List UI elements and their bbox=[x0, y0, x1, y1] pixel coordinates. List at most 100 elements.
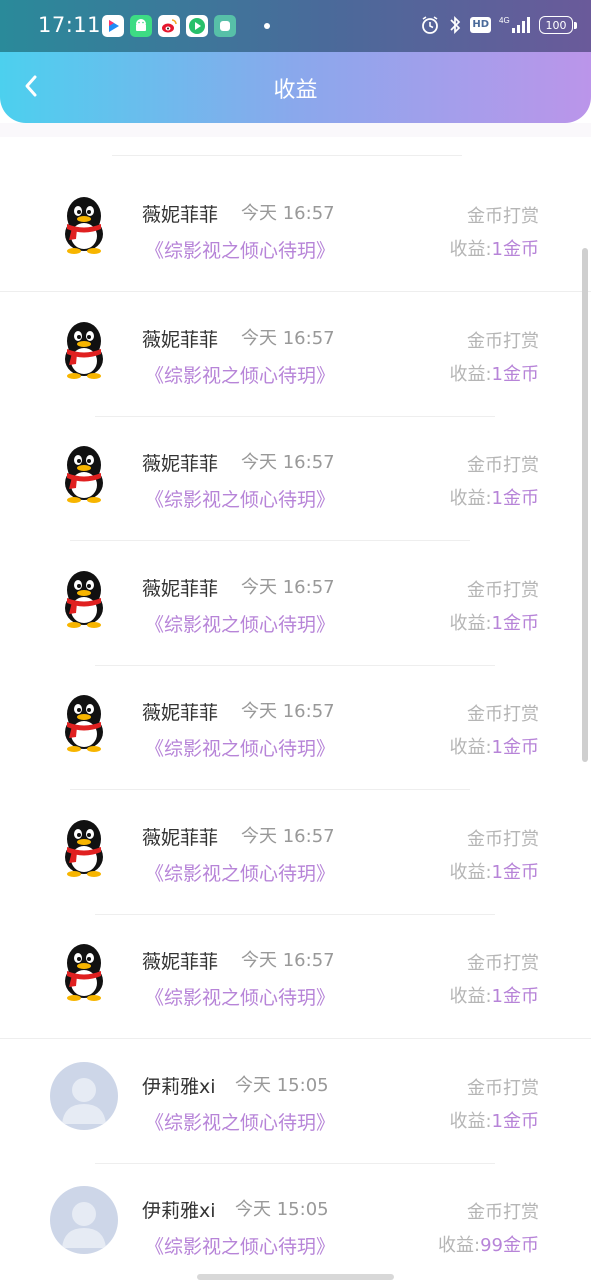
item-time: 今天 15:05 bbox=[235, 1199, 329, 1220]
reward-type: 金币打赏 bbox=[467, 1078, 539, 1099]
income-amount: 1金币 bbox=[491, 1111, 539, 1132]
youku-icon bbox=[102, 15, 124, 37]
user-name: 薇妮菲菲 bbox=[142, 204, 219, 226]
list-item[interactable]: 薇妮菲菲 今天 16:57 《综影视之倾心待玥》 金币打赏收益:1金币 bbox=[0, 542, 591, 666]
income-label: 收益: bbox=[449, 239, 492, 260]
user-name: 伊莉雅xi bbox=[142, 1076, 216, 1098]
income-label: 收益: bbox=[449, 737, 492, 758]
income-label: 收益: bbox=[449, 488, 492, 509]
list-item[interactable]: 薇妮菲菲 今天 16:57 《综影视之倾心待玥》 金币打赏收益:1金币 bbox=[0, 417, 591, 541]
user-name: 薇妮菲菲 bbox=[142, 578, 219, 600]
income-label: 收益: bbox=[449, 613, 492, 634]
status-time: 17:11 bbox=[38, 13, 102, 37]
income-line: 收益:1金币 bbox=[449, 733, 539, 759]
nav-bar: 收益 bbox=[0, 52, 591, 123]
reward-type: 金币打赏 bbox=[467, 206, 539, 227]
item-time: 今天 16:57 bbox=[241, 203, 335, 224]
income-amount: 1金币 bbox=[491, 488, 539, 509]
book-title-link[interactable]: 《综影视之倾心待玥》 bbox=[145, 361, 335, 388]
income-line: 收益:1金币 bbox=[449, 609, 539, 635]
svg-text:4G: 4G bbox=[499, 16, 510, 25]
income-line: 收益:1金币 bbox=[449, 235, 539, 261]
list-item[interactable]: 伊莉雅xi 今天 15:05 《综影视之倾心待玥》 金币打赏 收益:99金币 bbox=[0, 1164, 591, 1280]
income-label: 收益: bbox=[438, 1235, 481, 1256]
income-amount: 1金币 bbox=[491, 613, 539, 634]
reward-type: 金币打赏 bbox=[467, 455, 539, 476]
book-title-link[interactable]: 《综影视之倾心待玥》 bbox=[145, 236, 335, 263]
home-indicator[interactable] bbox=[197, 1274, 394, 1280]
user-name: 薇妮菲菲 bbox=[142, 827, 219, 849]
list-item[interactable]: 伊莉雅xi 今天 15:05 《综影视之倾心待玥》 金币打赏收益:1金币 bbox=[0, 1040, 591, 1164]
green-app-icon bbox=[214, 15, 236, 37]
qq-penguin-avatar-icon[interactable] bbox=[50, 439, 118, 507]
video-player-icon bbox=[186, 15, 208, 37]
divider bbox=[0, 1038, 591, 1039]
income-line: 收益:1金币 bbox=[449, 858, 539, 884]
qq-penguin-avatar-icon[interactable] bbox=[50, 688, 118, 756]
weibo-icon bbox=[158, 15, 180, 37]
bluetooth-icon bbox=[448, 15, 462, 35]
battery-icon: 100 bbox=[539, 16, 577, 34]
list-top-shadow bbox=[0, 123, 591, 137]
reward-type: 金币打赏 bbox=[467, 704, 539, 725]
book-title-link[interactable]: 《综影视之倾心待玥》 bbox=[145, 734, 335, 761]
reward-type: 金币打赏 bbox=[467, 1202, 539, 1223]
item-time: 今天 15:05 bbox=[235, 1075, 329, 1096]
book-title-link[interactable]: 《综影视之倾心待玥》 bbox=[145, 1232, 335, 1259]
page-title: 收益 bbox=[273, 78, 318, 103]
item-time: 今天 16:57 bbox=[241, 701, 335, 722]
book-title-link[interactable]: 《综影视之倾心待玥》 bbox=[145, 1108, 335, 1135]
book-title-link[interactable]: 《综影视之倾心待玥》 bbox=[145, 610, 335, 637]
app-header: 17:11 HD 4G 100 收益 bbox=[0, 0, 591, 123]
more-notifications-dot bbox=[264, 23, 270, 29]
qq-penguin-avatar-icon[interactable] bbox=[50, 315, 118, 383]
default-avatar-icon[interactable] bbox=[50, 1062, 118, 1130]
income-amount: 1金币 bbox=[491, 986, 539, 1007]
income-line: 收益:1金币 bbox=[449, 1107, 539, 1133]
book-title-link[interactable]: 《综影视之倾心待玥》 bbox=[145, 859, 335, 886]
scrollbar[interactable] bbox=[582, 248, 588, 762]
reward-type: 金币打赏 bbox=[467, 580, 539, 601]
user-name: 薇妮菲菲 bbox=[142, 453, 219, 475]
list-item[interactable]: 薇妮菲菲 今天 16:57 《综影视之倾心待玥》 金币打赏 收益:1金币 bbox=[0, 293, 591, 417]
item-time: 今天 16:57 bbox=[241, 826, 335, 847]
income-label: 收益: bbox=[449, 862, 492, 883]
item-time: 今天 16:57 bbox=[241, 328, 335, 349]
hd-icon: HD bbox=[470, 15, 491, 35]
income-label: 收益: bbox=[449, 986, 492, 1007]
income-label: 收益: bbox=[449, 1111, 492, 1132]
item-time: 今天 16:57 bbox=[241, 452, 335, 473]
divider bbox=[112, 155, 462, 156]
user-name: 薇妮菲菲 bbox=[142, 951, 219, 973]
list-item[interactable]: 薇妮菲菲 今天 16:57 《综影视之倾心待玥》 金币打赏 收益:1金币 bbox=[0, 915, 591, 1039]
qq-penguin-avatar-icon[interactable] bbox=[50, 190, 118, 258]
income-amount: 99金币 bbox=[480, 1235, 539, 1256]
income-line: 收益:1金币 bbox=[449, 484, 539, 510]
income-list[interactable]: 薇妮菲菲 今天 16:57 《综影视之倾心待玥》 金币打赏 收益:1金币 薇妮菲菲 今天 1… bbox=[0, 137, 591, 1280]
divider bbox=[70, 789, 470, 790]
notification-icons bbox=[102, 15, 270, 37]
android-icon bbox=[130, 15, 152, 37]
income-line: 收益:1金币 bbox=[449, 982, 539, 1008]
user-name: 薇妮菲菲 bbox=[142, 329, 219, 351]
qq-penguin-avatar-icon[interactable] bbox=[50, 813, 118, 881]
reward-type: 金币打赏 bbox=[467, 953, 539, 974]
income-amount: 1金币 bbox=[491, 862, 539, 883]
status-bar: 17:11 HD 4G 100 bbox=[0, 0, 591, 52]
user-name: 薇妮菲菲 bbox=[142, 702, 219, 724]
list-item[interactable]: 薇妮菲菲 今天 16:57 《综影视之倾心待玥》 金币打赏收益:1金币 bbox=[0, 666, 591, 790]
divider bbox=[70, 540, 470, 541]
book-title-link[interactable]: 《综影视之倾心待玥》 bbox=[145, 983, 335, 1010]
qq-penguin-avatar-icon[interactable] bbox=[50, 564, 118, 632]
income-amount: 1金币 bbox=[491, 737, 539, 758]
default-avatar-icon[interactable] bbox=[50, 1186, 118, 1254]
system-icons: HD 4G 100 bbox=[420, 15, 577, 35]
list-item[interactable]: 薇妮菲菲 今天 16:57 《综影视之倾心待玥》 金币打赏收益:1金币 bbox=[0, 168, 591, 292]
list-item[interactable]: 薇妮菲菲 今天 16:57 《综影视之倾心待玥》 金币打赏 收益:1金币 bbox=[0, 791, 591, 915]
book-title-link[interactable]: 《综影视之倾心待玥》 bbox=[145, 485, 335, 512]
income-line: 收益:99金币 bbox=[438, 1231, 539, 1257]
signal-icon: 4G bbox=[499, 15, 531, 35]
income-label: 收益: bbox=[449, 364, 492, 385]
qq-penguin-avatar-icon[interactable] bbox=[50, 937, 118, 1005]
item-time: 今天 16:57 bbox=[241, 577, 335, 598]
